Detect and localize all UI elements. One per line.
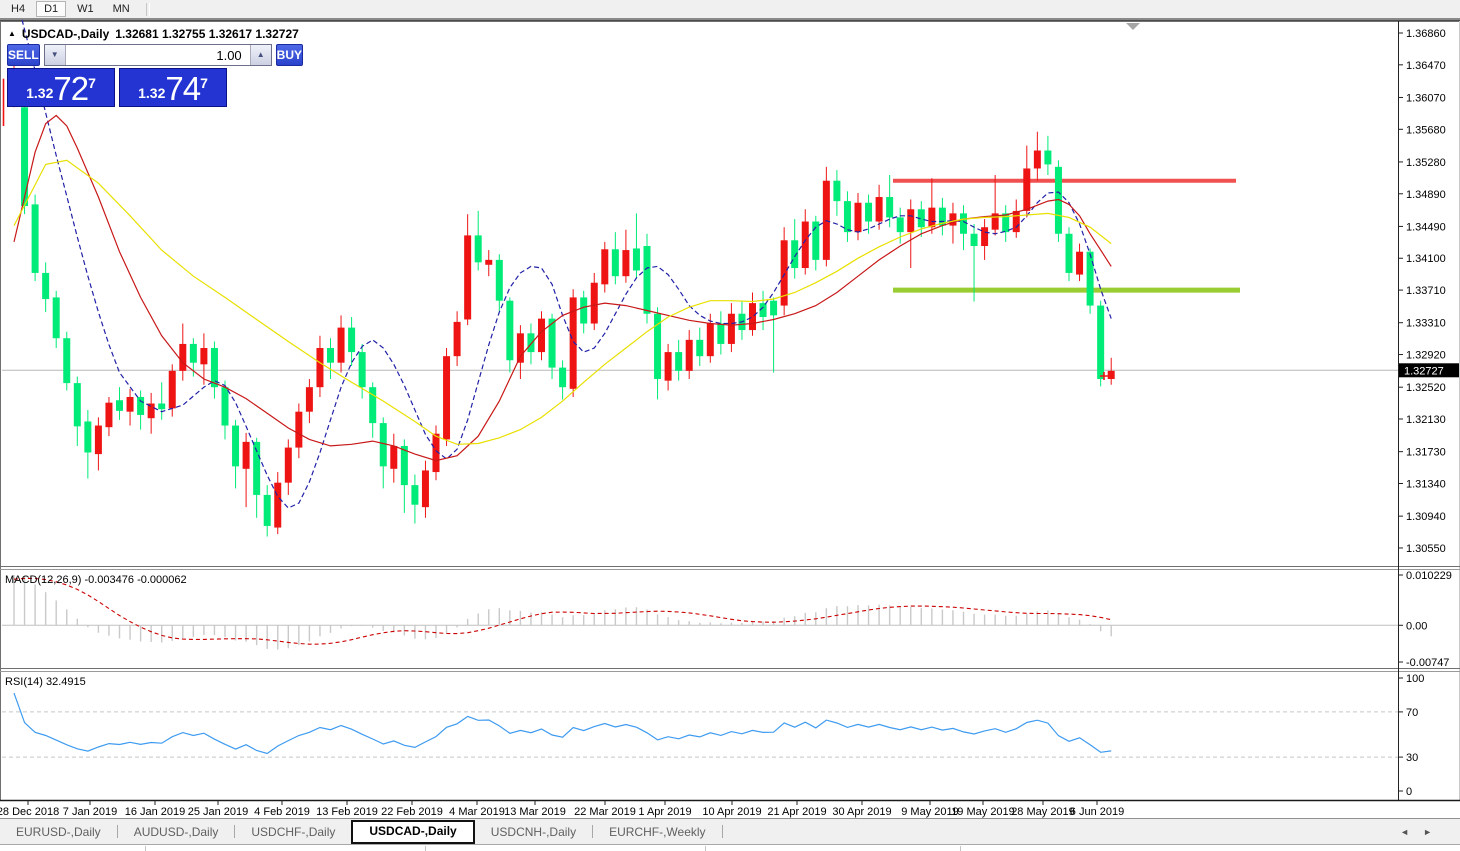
tab-eurchf-weekly[interactable]: EURCHF-,Weekly	[593, 821, 721, 843]
svg-text:1.35680: 1.35680	[1406, 124, 1446, 136]
svg-text:22 Mar 2019: 22 Mar 2019	[574, 806, 636, 818]
svg-text:7 Jan 2019: 7 Jan 2019	[63, 806, 117, 818]
svg-text:22 Feb 2019: 22 Feb 2019	[381, 806, 443, 818]
chart-shift-marker-icon[interactable]	[1126, 23, 1140, 30]
svg-text:6 Jun 2019: 6 Jun 2019	[1070, 806, 1124, 818]
svg-text:21 Apr 2019: 21 Apr 2019	[767, 806, 826, 818]
svg-text:100: 100	[1406, 673, 1424, 685]
svg-text:10 Apr 2019: 10 Apr 2019	[702, 806, 761, 818]
slow-ma-line	[14, 160, 1111, 444]
macd-pane: 0.010229 0.00 -0.00747	[2, 570, 1452, 669]
tab-usdchf-daily[interactable]: USDCHF-,Daily	[235, 821, 351, 843]
date-axis: 28 Dec 2018 7 Jan 2019 16 Jan 201925 Jan 2…	[0, 800, 1124, 818]
chart-window: 1.36860 1.36470 1.36070 1.35680 1.35280 1.348…	[0, 18, 1460, 818]
svg-text:13 Mar 2019: 13 Mar 2019	[504, 806, 566, 818]
svg-text:1.33710: 1.33710	[1406, 285, 1446, 297]
svg-text:0: 0	[1406, 786, 1412, 798]
svg-text:1.30940: 1.30940	[1406, 511, 1446, 523]
svg-text:1.32920: 1.32920	[1406, 350, 1446, 362]
tab-separator	[722, 825, 723, 838]
panel-column-divider	[425, 846, 426, 851]
svg-text:19 May 2019: 19 May 2019	[951, 806, 1015, 818]
buy-button[interactable]: BUY	[276, 44, 303, 66]
tab-usdcnh-daily[interactable]: USDCNH-,Daily	[475, 821, 592, 843]
svg-text:13 Feb 2019: 13 Feb 2019	[316, 806, 378, 818]
svg-text:4 Feb 2019: 4 Feb 2019	[254, 806, 310, 818]
svg-text:0.010229: 0.010229	[1406, 570, 1452, 582]
main-chart-canvas[interactable]: 1.36860 1.36470 1.36070 1.35680 1.35280 1.348…	[0, 18, 1460, 818]
svg-text:1.35280: 1.35280	[1406, 157, 1446, 169]
sell-price-display[interactable]: 1.32 72 7	[7, 68, 115, 107]
svg-text:4 Mar 2019: 4 Mar 2019	[449, 806, 505, 818]
volume-decrease-icon[interactable]: ▼	[45, 45, 66, 65]
tab-scroll-right-icon[interactable]: ►	[1423, 827, 1432, 837]
candles-layer	[11, 51, 1115, 537]
chart-tab-bar: EURUSD-,DailyAUDUSD-,DailyUSDCHF-,DailyU…	[0, 818, 1460, 844]
sell-price-main: 72	[53, 74, 88, 104]
svg-text:30: 30	[1406, 752, 1418, 764]
svg-text:1.36860: 1.36860	[1406, 28, 1446, 40]
buy-price-prefix: 1.32	[138, 82, 165, 104]
svg-text:1.33310: 1.33310	[1406, 318, 1446, 330]
svg-text:1.36470: 1.36470	[1406, 60, 1446, 72]
volume-input[interactable]	[66, 45, 250, 65]
svg-text:16 Jan 2019: 16 Jan 2019	[125, 806, 186, 818]
rsi-pane: 100 70 30 0	[2, 673, 1424, 798]
bottom-panel-sliver	[0, 844, 1460, 851]
svg-text:1.32727: 1.32727	[1404, 365, 1444, 377]
svg-text:1.34100: 1.34100	[1406, 253, 1446, 265]
volume-stepper: ▼ ▲	[44, 44, 272, 66]
sell-price-sup: 7	[88, 75, 96, 91]
tab-scroll-left-icon[interactable]: ◄	[1400, 827, 1409, 837]
svg-text:30 Apr 2019: 30 Apr 2019	[832, 806, 891, 818]
svg-text:1.32130: 1.32130	[1406, 414, 1446, 426]
sell-button[interactable]: SELL	[7, 44, 40, 66]
tab-usdcad-daily[interactable]: USDCAD-,Daily	[351, 820, 474, 844]
volume-increase-icon[interactable]: ▲	[250, 45, 271, 65]
svg-text:25 Jan 2019: 25 Jan 2019	[188, 806, 249, 818]
buy-price-sup: 7	[200, 75, 208, 91]
panel-column-divider	[705, 846, 706, 851]
svg-text:28 Dec 2018: 28 Dec 2018	[0, 806, 59, 818]
tab-audusd-daily[interactable]: AUDUSD-,Daily	[118, 821, 235, 843]
svg-text:1.30550: 1.30550	[1406, 543, 1446, 555]
svg-text:1.34490: 1.34490	[1406, 221, 1446, 233]
tab-eurusd-daily[interactable]: EURUSD-,Daily	[0, 821, 117, 843]
svg-text:28 May 2019: 28 May 2019	[1011, 806, 1075, 818]
toolbar-separator	[146, 3, 150, 16]
price-axis: 1.36860 1.36470 1.36070 1.35680 1.35280 1.348…	[1398, 28, 1459, 555]
svg-text:70: 70	[1406, 707, 1418, 719]
svg-text:1 Apr 2019: 1 Apr 2019	[638, 806, 691, 818]
buy-price-display[interactable]: 1.32 74 7	[119, 68, 227, 107]
svg-text:1.31730: 1.31730	[1406, 447, 1446, 459]
one-click-trade-panel: SELL ▼ ▲ BUY 1.32 72 7 1.32 74 7	[7, 44, 227, 107]
buy-price-main: 74	[165, 74, 200, 104]
macd-signal-line	[14, 578, 1111, 644]
mt4-terminal: H4 D1 W1 MN 1.36860 1.36470 1.36070 1.35680…	[0, 0, 1460, 851]
svg-text:1.34890: 1.34890	[1406, 189, 1446, 201]
svg-text:0.00: 0.00	[1406, 620, 1427, 632]
timeframe-h4-button[interactable]: H4	[3, 1, 33, 17]
rsi-line	[14, 693, 1111, 753]
timeframe-toolbar: H4 D1 W1 MN	[0, 0, 1460, 18]
panel-column-divider	[145, 846, 146, 851]
svg-text:1.31340: 1.31340	[1406, 478, 1446, 490]
panel-column-divider	[960, 846, 961, 851]
svg-text:-0.00747: -0.00747	[1406, 657, 1449, 669]
timeframe-d1-button[interactable]: D1	[36, 1, 66, 17]
timeframe-mn-button[interactable]: MN	[105, 1, 138, 17]
svg-text:1.36070: 1.36070	[1406, 92, 1446, 104]
timeframe-w1-button[interactable]: W1	[69, 1, 102, 17]
sell-price-prefix: 1.32	[26, 82, 53, 104]
svg-text:9 May 2019: 9 May 2019	[901, 806, 958, 818]
svg-text:1.32520: 1.32520	[1406, 382, 1446, 394]
